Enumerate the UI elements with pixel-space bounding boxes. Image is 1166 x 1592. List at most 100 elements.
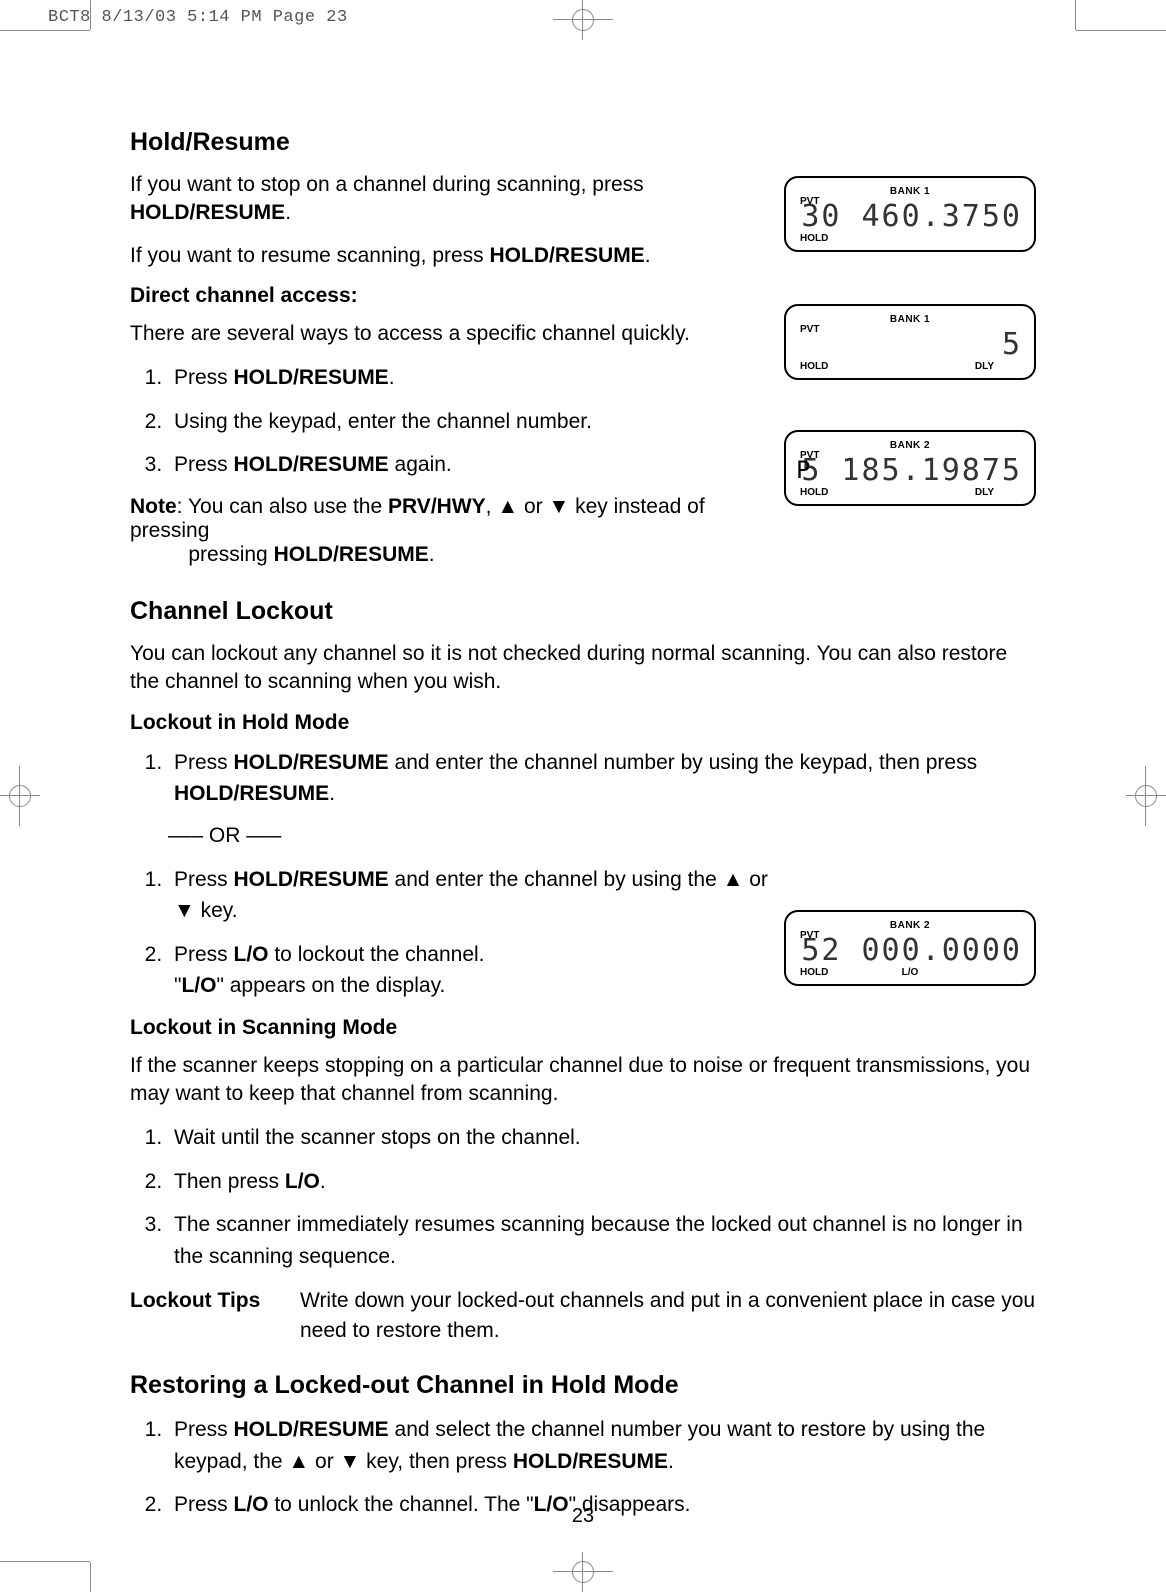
lockout-tips: Lockout Tips Write down your locked-out … xyxy=(130,1286,1036,1345)
lcd-pvt-label: PVT xyxy=(800,930,819,941)
ordered-list: Wait until the scanner stops on the chan… xyxy=(130,1122,1036,1272)
text: . xyxy=(320,1170,326,1193)
lcd-bank-label: BANK 2 xyxy=(796,440,1024,451)
paragraph: There are several ways to access a speci… xyxy=(130,320,730,348)
text: . xyxy=(285,201,291,224)
text: Press xyxy=(174,868,234,891)
text: " appears on the display. xyxy=(216,974,445,997)
text: If you want to stop on a channel during … xyxy=(130,173,644,196)
paragraph: If you want to resume scanning, press HO… xyxy=(130,242,730,270)
crop-mark xyxy=(1075,0,1076,30)
text: to unlock the channel. The " xyxy=(269,1493,534,1516)
ordered-list: Press HOLD/RESUME and enter the channel … xyxy=(130,747,1036,810)
key-name: HOLD/RESUME xyxy=(490,244,645,267)
registration-mark-left xyxy=(0,766,40,826)
tips-label: Lockout Tips xyxy=(130,1286,300,1345)
lcd-dly-label: DLY xyxy=(975,487,994,498)
text: to lockout the channel. xyxy=(269,943,485,966)
subheading-lockout-hold: Lockout in Hold Mode xyxy=(130,711,1036,735)
text: . xyxy=(668,1450,674,1473)
crop-mark xyxy=(90,1562,91,1592)
key-name: HOLD/RESUME xyxy=(130,201,285,224)
subheading-direct-access: Direct channel access: xyxy=(130,284,730,308)
text: and enter the channel number by using th… xyxy=(389,751,977,774)
paragraph: You can lockout any channel so it is not… xyxy=(130,640,1036,697)
text: . xyxy=(389,366,395,389)
lcd-bank-label: BANK 1 xyxy=(796,314,1024,325)
text: Press xyxy=(174,943,234,966)
crop-mark xyxy=(0,1561,90,1562)
registration-mark-top xyxy=(553,0,613,40)
key-name: HOLD/RESUME xyxy=(274,543,429,566)
text: Press xyxy=(174,751,234,774)
crop-mark xyxy=(1076,30,1166,31)
key-name: HOLD/RESUME xyxy=(234,366,389,389)
text: . xyxy=(429,543,435,566)
key-name: HOLD/RESUME xyxy=(513,1450,668,1473)
key-name: L/O xyxy=(234,1493,269,1516)
lcd-digits: 30 460.3750 xyxy=(796,199,1022,234)
lcd-pvt-label: PVT xyxy=(800,324,819,335)
note: Note: You can also use the PRV/HWY, ▲ or… xyxy=(130,495,730,567)
text: : You can also use the xyxy=(177,495,388,518)
list-item: Wait until the scanner stops on the chan… xyxy=(168,1122,1036,1154)
lcd-display-4: BANK 2 PVT 52 000.0000 HOLD L/O xyxy=(784,910,1036,986)
note-label: Note xyxy=(130,495,177,518)
key-name: L/O xyxy=(234,943,269,966)
list-item: Press HOLD/RESUME and select the channel… xyxy=(168,1414,1036,1477)
lcd-digits: 5 185.19875 xyxy=(796,453,1022,488)
lcd-digits: 52 000.0000 xyxy=(796,933,1022,968)
lcd-hold-label: HOLD xyxy=(800,361,828,372)
lcd-digits: 5 xyxy=(796,327,1022,362)
text: Press xyxy=(174,1418,234,1441)
list-item: Press HOLD/RESUME and enter the channel … xyxy=(168,864,768,927)
list-item: Using the keypad, enter the channel numb… xyxy=(168,406,730,438)
lcd-p-indicator: P xyxy=(796,456,810,484)
text: . xyxy=(329,782,335,805)
lcd-lo-label: L/O xyxy=(902,967,919,978)
page-content: BANK 1 PVT 30 460.3750 HOLD BANK 1 PVT 5… xyxy=(130,128,1036,1535)
list-item: Then press L/O. xyxy=(168,1166,1036,1198)
lcd-display-2: BANK 1 PVT 5 HOLD DLY xyxy=(784,304,1036,380)
text: . xyxy=(645,244,651,267)
lcd-hold-label: HOLD xyxy=(800,967,828,978)
key-name: L/O xyxy=(534,1493,569,1516)
list-item: Press HOLD/RESUME and enter the channel … xyxy=(168,747,1036,810)
key-name: HOLD/RESUME xyxy=(234,453,389,476)
section-title-hold-resume: Hold/Resume xyxy=(130,128,1036,157)
lcd-bank-label: BANK 2 xyxy=(796,920,1024,931)
lcd-pvt-label: PVT xyxy=(800,196,819,207)
or-separator: ––– OR ––– xyxy=(168,824,1036,848)
text: Press xyxy=(174,366,234,389)
list-item: Press L/O to unlock the channel. The "L/… xyxy=(168,1489,1036,1521)
registration-mark-bottom xyxy=(553,1552,613,1592)
print-header: BCT8 8/13/03 5:14 PM Page 23 xyxy=(48,8,348,27)
key-name: HOLD/RESUME xyxy=(234,751,389,774)
list-item: Press HOLD/RESUME again. xyxy=(168,449,730,481)
text: Then press xyxy=(174,1170,285,1193)
key-name: L/O xyxy=(181,974,216,997)
subheading-lockout-scan: Lockout in Scanning Mode xyxy=(130,1016,1036,1040)
lcd-dly-label: DLY xyxy=(975,361,994,372)
lcd-hold-label: HOLD xyxy=(800,233,828,244)
key-name: HOLD/RESUME xyxy=(234,868,389,891)
paragraph: If the scanner keeps stopping on a parti… xyxy=(130,1052,1036,1109)
page-number: 23 xyxy=(572,1505,594,1528)
tips-text: Write down your locked-out channels and … xyxy=(300,1286,1036,1345)
key-name: HOLD/RESUME xyxy=(234,1418,389,1441)
list-item: The scanner immediately resumes scanning… xyxy=(168,1209,1036,1272)
key-name: PRV/HWY xyxy=(388,495,486,518)
registration-mark-right xyxy=(1126,766,1166,826)
lcd-hold-label: HOLD xyxy=(800,487,828,498)
section-title-channel-lockout: Channel Lockout xyxy=(130,597,1036,626)
crop-mark xyxy=(0,30,90,31)
key-name: HOLD/RESUME xyxy=(174,782,329,805)
lcd-bank-label: BANK 1 xyxy=(796,186,1024,197)
lcd-display-1: BANK 1 PVT 30 460.3750 HOLD xyxy=(784,176,1036,252)
text: again. xyxy=(389,453,452,476)
section-title-restoring: Restoring a Locked-out Channel in Hold M… xyxy=(130,1371,1036,1400)
list-item: Press HOLD/RESUME. xyxy=(168,362,730,394)
key-name: L/O xyxy=(285,1170,320,1193)
text: Press xyxy=(174,1493,234,1516)
paragraph: If you want to stop on a channel during … xyxy=(130,171,730,228)
